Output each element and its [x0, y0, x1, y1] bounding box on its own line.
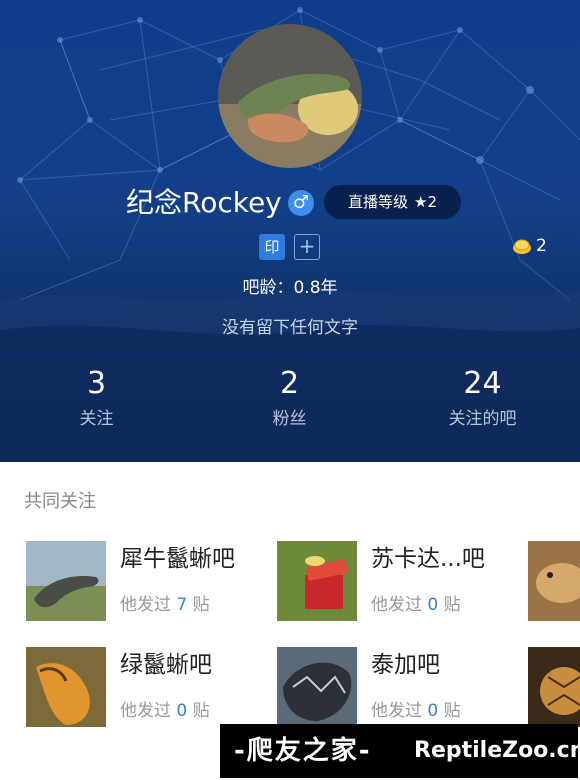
watermark-cn: -爬友之家- [234, 736, 372, 766]
profile-header: 纪念Rockey ♂ 直播等级 ★ 2 印 + 2 吧龄：0.8年 没有留下任何… [0, 0, 580, 462]
bar-thumbnail [277, 541, 357, 621]
seal-badge[interactable]: 印 [259, 234, 285, 260]
bar-name: 苏卡达...吧 [371, 546, 485, 572]
bar-age: 吧龄：0.8年 [242, 278, 338, 298]
bar-card-green-iguana[interactable]: 绿鬣蜥吧 他发过 0 贴 [26, 647, 266, 727]
bar-card-partial[interactable] [528, 541, 580, 621]
stat-following[interactable]: 3 关注 [0, 364, 193, 434]
post-count: 他发过 0 贴 [371, 701, 461, 721]
bar-thumbnail [26, 647, 106, 727]
stat-label: 关注的吧 [448, 409, 517, 429]
bar-thumbnail [528, 647, 580, 727]
bar-card-tegu[interactable]: 泰加吧 他发过 0 贴 [277, 647, 517, 727]
male-icon: ♂ [288, 190, 314, 216]
bar-card-sulcata[interactable]: 苏卡达...吧 他发过 0 贴 [277, 541, 517, 621]
stat-value: 24 [463, 366, 502, 401]
watermark-en: ReptileZoo.cn [414, 738, 580, 763]
username: 纪念Rockey [126, 186, 282, 219]
bar-card-rhino-iguana[interactable]: 犀牛鬣蜥吧 他发过 7 贴 [26, 541, 266, 621]
stat-label: 关注 [79, 409, 114, 429]
stat-followers[interactable]: 2 粉丝 [193, 364, 386, 434]
add-badge-button[interactable]: + [294, 234, 320, 260]
post-count: 他发过 0 贴 [120, 701, 210, 721]
stat-followed-bars[interactable]: 24 关注的吧 [386, 364, 579, 434]
bar-card-partial[interactable] [528, 647, 580, 727]
stat-label: 粉丝 [272, 409, 307, 429]
gold-coin-icon [513, 239, 531, 254]
section-title: 共同关注 [24, 491, 96, 512]
live-level-label: 直播等级 [347, 193, 408, 211]
bar-name: 犀牛鬣蜥吧 [120, 546, 235, 572]
live-level-value: 2 [427, 193, 437, 211]
post-count: 他发过 7 贴 [120, 595, 210, 615]
stat-value: 2 [279, 366, 300, 401]
stat-value: 3 [86, 366, 107, 401]
live-level-badge[interactable]: 直播等级 ★ 2 [324, 185, 461, 219]
bio-text: 没有留下任何文字 [222, 318, 358, 338]
bar-name: 泰加吧 [371, 652, 440, 678]
site-watermark: -爬友之家- ReptileZoo.cn [220, 724, 580, 778]
avatar[interactable] [218, 24, 362, 168]
star-icon: ★ [414, 193, 428, 211]
coin-count: 2 [536, 236, 547, 256]
post-count: 他发过 0 贴 [371, 595, 461, 615]
bar-thumbnail [528, 541, 580, 621]
bar-thumbnail [277, 647, 357, 727]
bar-name: 绿鬣蜥吧 [120, 652, 212, 678]
bar-thumbnail [26, 541, 106, 621]
